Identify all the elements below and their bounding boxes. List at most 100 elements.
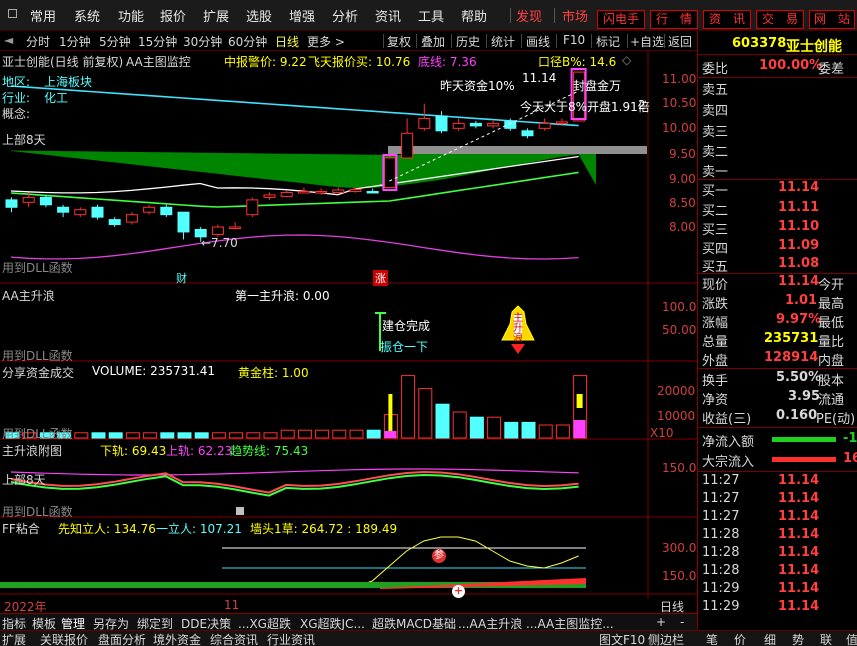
candle bbox=[332, 189, 345, 193]
expand-icon[interactable]: ◇ bbox=[622, 53, 631, 67]
btn-draw[interactable]: 画线 bbox=[526, 33, 550, 50]
menu-item-news[interactable]: 资讯 bbox=[375, 6, 401, 25]
tab-30min[interactable]: 30分钟 bbox=[183, 33, 222, 50]
menu-item-extend[interactable]: 扩展 bbox=[203, 6, 229, 25]
volume-bar bbox=[538, 424, 553, 439]
sell-1-label: 卖一 bbox=[702, 165, 729, 180]
btn-history[interactable]: 历史 bbox=[456, 33, 480, 50]
candle bbox=[211, 226, 224, 235]
app-icon[interactable] bbox=[8, 9, 17, 18]
bottom-tab-trend[interactable]: 势 bbox=[792, 631, 804, 646]
tab-5min[interactable]: 5分钟 bbox=[99, 33, 131, 50]
menu-item-select[interactable]: 选股 bbox=[246, 6, 272, 25]
concept-label: 概念: bbox=[2, 107, 31, 121]
bottom-extend[interactable]: 扩展 bbox=[2, 631, 26, 646]
menu-item-quote[interactable]: 报价 bbox=[160, 6, 186, 25]
bottom-tab-trades[interactable]: 笔 bbox=[706, 631, 718, 646]
p4-trend-line: 趋势线: 75.43 bbox=[230, 444, 309, 458]
main-indicator-name[interactable]: AA主图监控 bbox=[126, 53, 191, 70]
p4-upper-tag: 上部8天 bbox=[2, 473, 46, 487]
p5-title[interactable]: FF粘合 bbox=[2, 520, 40, 537]
p3-title[interactable]: 分享资金成交 bbox=[2, 364, 74, 381]
btn-mark[interactable]: 标记 bbox=[596, 33, 620, 50]
volume-bar bbox=[401, 375, 416, 439]
menu-item-analyze[interactable]: 分析 bbox=[332, 6, 358, 25]
p2-title[interactable]: AA主升浪 bbox=[2, 287, 55, 304]
btn-back[interactable]: 返回 bbox=[668, 33, 692, 50]
btn-overlay[interactable]: 叠加 bbox=[421, 33, 445, 50]
news-button[interactable]: 资 讯 bbox=[703, 10, 751, 29]
change-label: 涨跌 bbox=[702, 297, 729, 312]
btn-adjust[interactable]: 复权 bbox=[387, 33, 411, 50]
volume-bar bbox=[521, 421, 536, 439]
candle bbox=[263, 194, 276, 198]
bottom-related-quote[interactable]: 关联报价 bbox=[40, 631, 88, 646]
inner-label: 内盘 bbox=[818, 354, 845, 369]
menu-item-tools[interactable]: 工具 bbox=[418, 6, 444, 25]
tab-timeshare[interactable]: 分时 bbox=[26, 33, 50, 50]
share-cap-label: 股本 bbox=[818, 374, 845, 389]
weicha-label: 委差 bbox=[818, 62, 845, 77]
tab-60min[interactable]: 60分钟 bbox=[228, 33, 267, 50]
candle bbox=[160, 206, 173, 216]
tab-15min[interactable]: 15分钟 bbox=[138, 33, 177, 50]
candle bbox=[487, 122, 500, 127]
dll-note-p2: 用到DLL函数 bbox=[2, 349, 73, 363]
buy-4-price: 11.09 bbox=[778, 238, 820, 253]
finance-tag[interactable]: 财 bbox=[176, 270, 187, 286]
bottom-tab-detail[interactable]: 细 bbox=[764, 631, 776, 646]
btn-f10[interactable]: F10 bbox=[563, 33, 585, 47]
tab-1min[interactable]: 1分钟 bbox=[59, 33, 91, 50]
candle bbox=[57, 206, 70, 213]
menu-item-market[interactable]: 市场 bbox=[562, 6, 588, 25]
volume-bar bbox=[332, 429, 347, 439]
chart-area[interactable]: 亚士创能(日线 前复权) AA主图监控 中报警价: 9.22 飞天报价买: 10… bbox=[0, 51, 697, 614]
bottom-sidebar[interactable]: 侧边栏 bbox=[648, 631, 684, 646]
volume-magenta-cap-last bbox=[573, 420, 586, 438]
buy-1-price: 11.14 bbox=[778, 180, 820, 195]
note-seal-fund: 封盘金万 bbox=[573, 79, 622, 93]
website-button[interactable]: 网 站 bbox=[809, 10, 855, 29]
btn-add-favorite[interactable]: +自选 bbox=[630, 33, 664, 50]
btn-stats[interactable]: 统计 bbox=[491, 33, 515, 50]
y-tick-8.00: 8.00 bbox=[669, 220, 696, 234]
price-value: 11.14 bbox=[778, 274, 820, 289]
bottom-tab-price[interactable]: 价 bbox=[734, 631, 746, 646]
menu-item-function[interactable]: 功能 bbox=[118, 6, 144, 25]
p5-plus-icon[interactable]: + bbox=[452, 585, 465, 598]
menu-item-enhance[interactable]: 增强 bbox=[289, 6, 315, 25]
tab-remove[interactable]: - bbox=[680, 615, 684, 629]
bottom-foreign-funds[interactable]: 境外资金 bbox=[153, 631, 201, 646]
flash-trade-button[interactable]: 闪电手 bbox=[597, 10, 645, 29]
chart-canvas[interactable] bbox=[0, 51, 697, 598]
volume-bar bbox=[263, 432, 278, 439]
bottom-f10[interactable]: 图文F10 bbox=[599, 631, 645, 646]
volume-bar bbox=[349, 429, 364, 439]
top-menubar: 常用 系统 功能 报价 扩展 选股 增强 分析 资讯 工具 帮助 发现 市场 闪… bbox=[0, 0, 857, 31]
tab-more[interactable]: 更多 > bbox=[307, 33, 345, 50]
candle bbox=[452, 122, 465, 129]
menu-item-system[interactable]: 系统 bbox=[74, 6, 100, 25]
p4-tick-150: 150.0 bbox=[662, 461, 697, 475]
bottom-general-news[interactable]: 综合资讯 bbox=[210, 631, 258, 646]
menu-item-common[interactable]: 常用 bbox=[30, 6, 56, 25]
p3-volume: VOLUME: 235731.41 bbox=[92, 364, 215, 378]
toolbar-collapse-icon[interactable]: ◄ bbox=[4, 33, 13, 47]
limit-up-tag[interactable]: 涨 bbox=[373, 270, 388, 286]
p4-title[interactable]: 主升浪附图 bbox=[2, 442, 62, 459]
indicator-tabs: 指标 模板 管理 另存为 绑定到 DDE决策 ...XG超跌 XG超跌JC...… bbox=[0, 613, 697, 631]
candle bbox=[5, 199, 18, 208]
menu-item-discover[interactable]: 发现 bbox=[516, 6, 542, 25]
menu-item-help[interactable]: 帮助 bbox=[461, 6, 487, 25]
bottom-market-analysis[interactable]: 盘面分析 bbox=[98, 631, 146, 646]
bottom-industry-news[interactable]: 行业资讯 bbox=[267, 631, 315, 646]
main-wave-bell-icon: 主升浪 bbox=[500, 304, 536, 356]
bottom-tab-value[interactable]: 值 bbox=[846, 631, 857, 646]
p5-sell-tag[interactable]: 参 bbox=[432, 549, 446, 563]
tab-daily[interactable]: 日线 bbox=[275, 33, 299, 50]
trade-button[interactable]: 交 易 bbox=[756, 10, 804, 29]
tab-add[interactable]: + bbox=[656, 615, 666, 629]
block-inflow-bar bbox=[772, 457, 836, 462]
quote-button[interactable]: 行 情 bbox=[650, 10, 698, 29]
bottom-tab-link[interactable]: 联 bbox=[820, 631, 832, 646]
